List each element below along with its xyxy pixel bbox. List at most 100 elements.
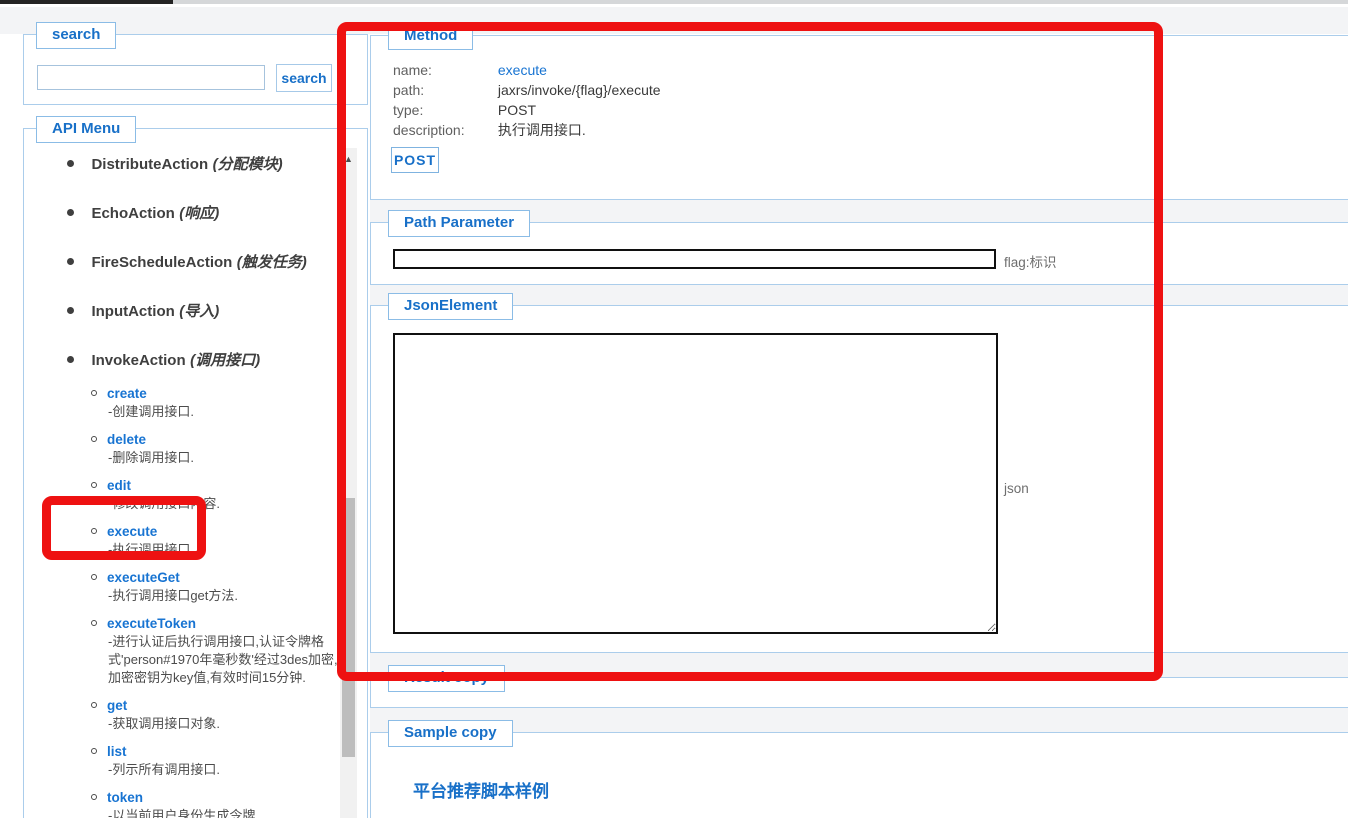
method-description: -执行调用接口get方法. xyxy=(91,587,341,605)
page-top-gray-band xyxy=(0,7,1348,34)
method-item-execute-get: executeGet -执行调用接口get方法. xyxy=(91,569,341,605)
api-menu-legend: API Menu xyxy=(36,116,136,143)
json-body-textarea[interactable] xyxy=(393,333,998,634)
method-item-get: get -获取调用接口对象. xyxy=(91,697,341,733)
path-parameter-fieldset: Path Parameter flag:标识 xyxy=(370,222,1348,285)
method-link-list[interactable]: list xyxy=(107,744,127,759)
method-fieldset: Method name: execute path: jaxrs/invoke/… xyxy=(370,35,1348,200)
action-name: EchoAction xyxy=(91,205,174,222)
post-button[interactable]: POST xyxy=(391,147,439,173)
section-gap xyxy=(370,285,1348,305)
method-link-token[interactable]: token xyxy=(107,790,143,805)
method-description: -执行调用接口. xyxy=(91,541,341,559)
menu-item-input-action[interactable]: InputAction (导入) xyxy=(67,300,359,320)
row-value: POST xyxy=(498,102,536,118)
invoke-action-method-list: create -创建调用接口. delete -删除调用接口. edit -修改… xyxy=(91,385,359,818)
menu-scrollbar[interactable]: ▲ xyxy=(340,148,357,818)
bullet-icon xyxy=(67,356,74,363)
action-name: DistributeAction xyxy=(91,156,208,173)
flag-parameter-label: flag:标识 xyxy=(1004,251,1057,271)
search-fieldset: search search xyxy=(23,34,368,105)
method-item-list: list -列示所有调用接口. xyxy=(91,743,341,779)
method-row-type: type: POST xyxy=(393,100,661,120)
bullet-icon xyxy=(67,209,74,216)
method-description: -进行认证后执行调用接口,认证令牌格式'person#1970年毫秒数'经过3d… xyxy=(91,633,341,687)
action-annotation: (响应) xyxy=(179,205,219,222)
circle-bullet-icon xyxy=(91,702,97,708)
menu-item-echo-action[interactable]: EchoAction (响应) xyxy=(67,202,359,222)
method-item-create: create -创建调用接口. xyxy=(91,385,341,421)
window-top-edge xyxy=(0,0,1348,4)
method-item-execute: execute -执行调用接口. xyxy=(91,523,341,559)
circle-bullet-icon xyxy=(91,482,97,488)
row-label: name: xyxy=(393,60,494,80)
action-name: FireScheduleAction xyxy=(91,254,232,271)
bullet-icon xyxy=(67,258,74,265)
circle-bullet-icon xyxy=(91,794,97,800)
method-link-execute-get[interactable]: executeGet xyxy=(107,570,180,585)
flag-parameter-input[interactable] xyxy=(393,249,996,269)
json-element-legend: JsonElement xyxy=(388,293,513,320)
method-link-get[interactable]: get xyxy=(107,698,127,713)
method-row-name: name: execute xyxy=(393,60,661,80)
result-fieldset: Result copy xyxy=(370,677,1348,708)
row-label: path: xyxy=(393,80,494,100)
menu-item-invoke-action[interactable]: InvokeAction (调用接口) xyxy=(67,349,359,369)
method-link-edit[interactable]: edit xyxy=(107,478,131,493)
menu-item-fire-schedule-action[interactable]: FireScheduleAction (触发任务) xyxy=(67,251,359,271)
method-description: -以当前用户身份生成令牌. xyxy=(91,807,341,818)
method-link-execute[interactable]: execute xyxy=(107,524,157,539)
method-legend: Method xyxy=(388,23,473,50)
sample-script-heading: 平台推荐脚本样例 xyxy=(413,777,549,802)
action-annotation: (分配模块) xyxy=(213,156,283,173)
circle-bullet-icon xyxy=(91,620,97,626)
action-annotation: (导入) xyxy=(179,303,219,320)
row-value: 执行调用接口. xyxy=(498,122,586,138)
menu-item-invoke-action-group: InvokeAction (调用接口) create -创建调用接口. dele… xyxy=(67,349,359,818)
method-link-create[interactable]: create xyxy=(107,386,147,401)
section-gap xyxy=(370,653,1348,677)
window-top-edge-dark-segment xyxy=(0,0,173,4)
row-value: jaxrs/invoke/{flag}/execute xyxy=(498,82,661,98)
search-input[interactable] xyxy=(37,65,265,90)
circle-bullet-icon xyxy=(91,436,97,442)
json-field-label: json xyxy=(1004,481,1029,496)
scrollbar-thumb[interactable] xyxy=(342,498,355,757)
result-legend: Result copy xyxy=(388,665,505,692)
method-item-execute-token: executeToken -进行认证后执行调用接口,认证令牌格式'person#… xyxy=(91,615,341,687)
row-label: type: xyxy=(393,100,494,120)
method-row-path: path: jaxrs/invoke/{flag}/execute xyxy=(393,80,661,100)
json-element-fieldset: JsonElement json xyxy=(370,305,1348,653)
bullet-icon xyxy=(67,160,74,167)
method-link-delete[interactable]: delete xyxy=(107,432,146,447)
method-description: -删除调用接口. xyxy=(91,449,341,467)
method-item-token: token -以当前用户身份生成令牌. xyxy=(91,789,341,818)
method-item-edit: edit -修改调用接口内容. xyxy=(91,477,341,513)
method-item-delete: delete -删除调用接口. xyxy=(91,431,341,467)
action-annotation: (调用接口) xyxy=(190,352,260,369)
path-parameter-legend: Path Parameter xyxy=(388,210,530,237)
api-menu-fieldset: API Menu DistributeAction (分配模块) EchoAct… xyxy=(23,128,368,818)
method-row-description: description: 执行调用接口. xyxy=(393,120,661,140)
section-gap xyxy=(370,708,1348,732)
method-description: -创建调用接口. xyxy=(91,403,341,421)
action-name: InvokeAction xyxy=(91,352,185,369)
method-link-execute-token[interactable]: executeToken xyxy=(107,616,196,631)
scroll-up-arrow-icon[interactable]: ▲ xyxy=(340,152,357,166)
method-name-link[interactable]: execute xyxy=(498,62,547,78)
method-description: -获取调用接口对象. xyxy=(91,715,341,733)
circle-bullet-icon xyxy=(91,528,97,534)
row-label: description: xyxy=(393,120,494,140)
circle-bullet-icon xyxy=(91,574,97,580)
menu-item-distribute-action[interactable]: DistributeAction (分配模块) xyxy=(67,153,359,173)
sample-fieldset: Sample copy 平台推荐脚本样例 xyxy=(370,732,1348,818)
sample-legend: Sample copy xyxy=(388,720,513,747)
bullet-icon xyxy=(67,307,74,314)
action-name: InputAction xyxy=(91,303,174,320)
search-button[interactable]: search xyxy=(276,64,332,92)
api-menu-list: DistributeAction (分配模块) EchoAction (响应) … xyxy=(67,153,359,818)
method-description: -修改调用接口内容. xyxy=(91,495,341,513)
method-description: -列示所有调用接口. xyxy=(91,761,341,779)
circle-bullet-icon xyxy=(91,748,97,754)
circle-bullet-icon xyxy=(91,390,97,396)
